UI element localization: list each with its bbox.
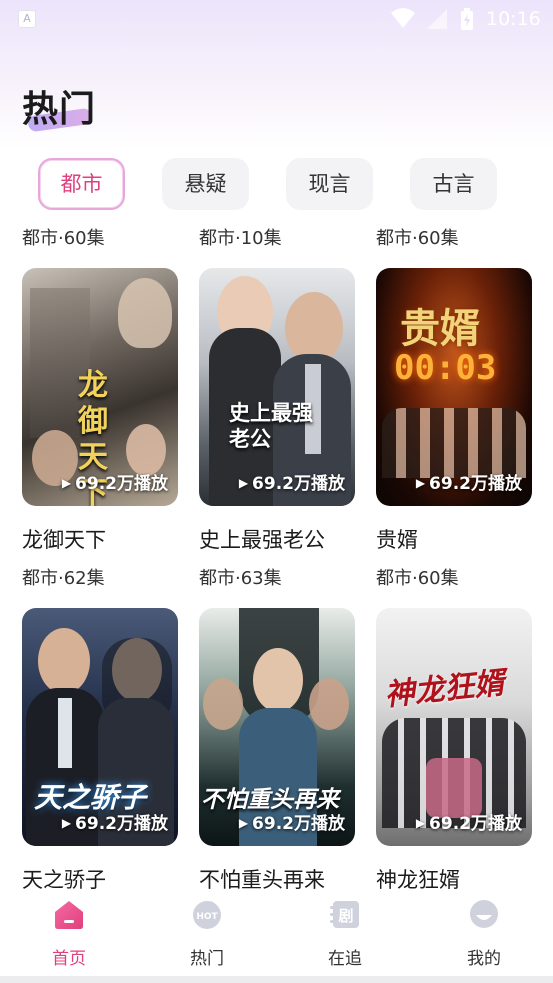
play-icon: ▶	[415, 476, 426, 490]
bottom-nav: 首页 HOT 热门 剧 在追 我的	[0, 890, 553, 983]
play-icon: ▶	[61, 816, 72, 830]
list-item-meta: 都市·60集	[22, 228, 105, 249]
notification-icon: A	[18, 10, 36, 28]
gesture-bar	[0, 976, 553, 983]
wifi-icon	[391, 8, 415, 28]
home-icon	[55, 901, 83, 929]
play-count: ▶ 69.2万播放	[415, 474, 522, 494]
tab-guyan[interactable]: 古言	[410, 158, 497, 210]
drama-title[interactable]: 龙御天下	[22, 524, 106, 554]
drama-poster[interactable]: 天之骄子 ▶ 69.2万播放	[22, 608, 178, 846]
drama-poster[interactable]: 贵婿 00:03 ▶ 69.2万播放	[376, 268, 532, 506]
play-icon: ▶	[238, 476, 249, 490]
poster-subtitle: 00:03	[394, 348, 497, 388]
nav-home[interactable]: 首页	[24, 890, 114, 976]
poster-title: 贵婿	[400, 306, 480, 352]
drama-title[interactable]: 史上最强老公	[199, 524, 325, 554]
svg-text:HOT: HOT	[196, 912, 218, 922]
hot-icon: HOT	[193, 901, 221, 929]
play-count: ▶ 69.2万播放	[61, 814, 168, 834]
nav-hot[interactable]: HOT 热门	[162, 890, 252, 976]
drama-poster[interactable]: 史上最强老公 ▶ 69.2万播放	[199, 268, 355, 506]
drama-meta: 都市·62集	[22, 568, 105, 589]
nav-label: 首页	[52, 949, 86, 969]
category-tabs: 都市 悬疑 现言 古言	[0, 158, 553, 210]
nav-profile[interactable]: 我的	[439, 890, 529, 976]
svg-text:剧: 剧	[338, 907, 353, 925]
drama-title[interactable]: 贵婿	[376, 524, 418, 554]
play-count: ▶ 69.2万播放	[238, 474, 345, 494]
tab-xianyan[interactable]: 现言	[286, 158, 373, 210]
status-bar: A 10:16	[0, 0, 553, 38]
play-icon: ▶	[238, 816, 249, 830]
play-count: ▶ 69.2万播放	[238, 814, 345, 834]
signal-icon	[427, 9, 447, 29]
list-item-meta: 都市·60集	[376, 228, 459, 249]
nav-label: 在追	[328, 949, 362, 969]
status-time: 10:16	[486, 8, 541, 30]
list-item-meta: 都市·10集	[199, 228, 282, 249]
play-icon: ▶	[61, 476, 72, 490]
profile-icon	[470, 900, 498, 928]
play-count: ▶ 69.2万播放	[415, 814, 522, 834]
drama-icon: 剧	[330, 901, 359, 928]
tab-dushi[interactable]: 都市	[38, 158, 125, 210]
page-title: 热门	[22, 89, 97, 130]
play-icon: ▶	[415, 816, 426, 830]
drama-poster[interactable]: 龙御天下 ▶ 69.2万播放	[22, 268, 178, 506]
drama-poster[interactable]: 神龙狂婿 ▶ 69.2万播放	[376, 608, 532, 846]
drama-meta: 都市·60集	[376, 568, 459, 589]
battery-icon	[461, 8, 473, 30]
nav-label: 热门	[190, 949, 224, 969]
play-count: ▶ 69.2万播放	[61, 474, 168, 494]
nav-following[interactable]: 剧 在追	[300, 890, 390, 976]
poster-title: 史上最强老公	[229, 401, 313, 451]
poster-title: 神龙狂婿	[382, 665, 506, 714]
drama-poster[interactable]: 不怕重头再来 ▶ 69.2万播放	[199, 608, 355, 846]
nav-label: 我的	[467, 949, 501, 969]
drama-meta: 都市·63集	[199, 568, 282, 589]
tab-xuanyi[interactable]: 悬疑	[162, 158, 249, 210]
